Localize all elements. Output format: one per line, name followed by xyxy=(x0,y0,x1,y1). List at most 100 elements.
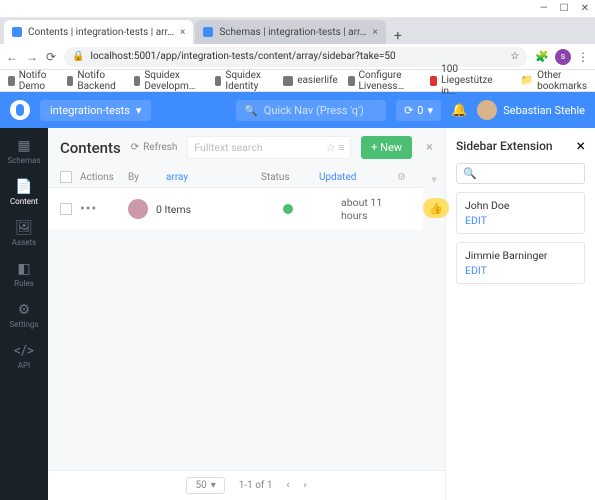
other-bookmarks[interactable]: 📁Other bookmarks xyxy=(521,70,587,92)
status-dot-icon xyxy=(283,204,293,214)
content-icon: 📄 xyxy=(15,179,32,195)
page-prev-button[interactable]: ‹ xyxy=(287,480,290,491)
url-text: localhost:5001/app/integration-tests/con… xyxy=(91,51,396,62)
app-logo-icon[interactable] xyxy=(10,100,30,120)
col-by: By xyxy=(128,172,158,183)
star-icon[interactable]: ☆ xyxy=(510,51,519,62)
bookmark-item[interactable]: Squidex Developm… xyxy=(134,70,205,92)
caret-down-icon: ▾ xyxy=(427,104,433,117)
bell-icon[interactable]: 🔔 xyxy=(451,103,467,118)
window-min[interactable]: — xyxy=(540,3,548,14)
thumbs-up-highlight[interactable]: 👍 xyxy=(423,198,449,218)
tab-close-icon[interactable]: × xyxy=(180,27,185,38)
caret-down-icon: ▾ xyxy=(136,104,142,117)
user-menu[interactable]: Sebastian Stehle xyxy=(477,100,585,120)
row-checkbox[interactable] xyxy=(60,203,72,215)
quick-nav-input[interactable]: 🔍 Quick Nav (Press 'q') xyxy=(236,100,386,121)
lock-icon: 🔒 xyxy=(72,51,84,62)
refresh-button[interactable]: ⟳ Refresh xyxy=(131,142,178,153)
fulltext-search-input[interactable]: Fulltext search ☆ ≡ xyxy=(187,136,351,159)
new-button[interactable]: + New xyxy=(361,136,412,159)
bookmarks-bar: Notifo Demo Notifo Backend Squidex Devel… xyxy=(0,70,595,92)
window-controls: — ☐ ✕ xyxy=(0,0,595,18)
row-updated: about 11 hours xyxy=(341,196,411,222)
browser-tabstrip: Contents | integration-tests | arr… × Sc… xyxy=(0,18,595,44)
page-size-select[interactable]: 50 ▾ xyxy=(186,477,224,494)
extension-card: John Doe EDIT xyxy=(456,192,585,234)
favicon-icon xyxy=(12,27,22,37)
bookmark-item[interactable]: Notifo Backend xyxy=(67,70,124,92)
sidebar-item-rules[interactable]: ◧Rules xyxy=(14,261,34,288)
gear-icon[interactable]: ⚙ xyxy=(397,172,411,183)
refresh-icon: ⟳ xyxy=(131,142,139,153)
close-extension-icon[interactable]: × xyxy=(576,136,585,155)
select-all-checkbox[interactable] xyxy=(60,171,72,183)
window-max[interactable]: ☐ xyxy=(560,3,569,14)
favicon-icon xyxy=(203,27,213,37)
search-icon: 🔍 xyxy=(244,104,258,117)
search-icon: 🔍 xyxy=(463,167,477,180)
col-updated[interactable]: Updated xyxy=(319,172,389,183)
left-sidebar: ▦Schemas 📄Content 🖼Assets ◧Rules ⚙Settin… xyxy=(0,128,48,500)
app-name: integration-tests xyxy=(50,104,130,117)
card-name: Jimmie Barninger xyxy=(465,249,576,262)
sidebar-item-assets[interactable]: 🖼Assets xyxy=(12,220,36,247)
pagination-bar: 50 ▾ 1-1 of 1 ‹ › xyxy=(48,470,445,500)
caret-down-icon: ▾ xyxy=(211,480,216,491)
sidebar-item-content[interactable]: 📄Content xyxy=(10,179,38,206)
gear-icon: ⚙ xyxy=(18,302,31,318)
back-button[interactable]: ← xyxy=(6,50,18,64)
sync-icon: ⟳ xyxy=(404,104,413,117)
address-bar-row: ← → ⟳ 🔒 localhost:5001/app/integration-t… xyxy=(0,44,595,70)
app-selector[interactable]: integration-tests ▾ xyxy=(40,100,151,121)
main-panel: Contents ⟳ Refresh Fulltext search ☆ ≡ +… xyxy=(48,128,445,500)
extension-card: Jimmie Barninger EDIT xyxy=(456,242,585,284)
browser-tab-inactive[interactable]: Schemas | integration-tests | arr… × xyxy=(195,20,385,44)
tab-title: Schemas | integration-tests | arr… xyxy=(219,27,366,38)
row-actions-menu[interactable]: ••• xyxy=(80,201,120,217)
bookmark-item[interactable]: 100 Liegestütze in… xyxy=(430,64,500,97)
bookmark-item[interactable]: Notifo Demo xyxy=(8,70,57,92)
user-name: Sebastian Stehle xyxy=(503,104,585,117)
app-header: integration-tests ▾ 🔍 Quick Nav (Press '… xyxy=(0,92,595,128)
col-array[interactable]: array xyxy=(166,172,253,183)
extensions-icon[interactable]: 🧩 xyxy=(535,50,549,63)
edit-link[interactable]: EDIT xyxy=(465,214,576,227)
sync-count: 0 xyxy=(417,104,423,117)
filter-icon[interactable]: ≡ xyxy=(338,141,344,154)
star-icon[interactable]: ☆ xyxy=(326,141,335,154)
edit-link[interactable]: EDIT xyxy=(465,264,576,277)
bookmark-item[interactable]: easierlife xyxy=(283,75,338,86)
sidebar-item-api[interactable]: </>API xyxy=(14,343,34,370)
profile-avatar[interactable]: s xyxy=(555,49,571,65)
table-row[interactable]: ••• 0 Items about 11 hours xyxy=(48,188,423,230)
page-next-button[interactable]: › xyxy=(304,480,307,491)
row-array-value: 0 Items xyxy=(156,203,275,216)
bookmark-item[interactable]: Configure Liveness… xyxy=(348,70,421,92)
new-tab-button[interactable]: + xyxy=(388,28,408,44)
browser-tab-active[interactable]: Contents | integration-tests | arr… × xyxy=(4,20,193,44)
sync-status[interactable]: ⟳ 0 ▾ xyxy=(396,100,441,121)
sidebar-item-schemas[interactable]: ▦Schemas xyxy=(7,138,40,165)
contents-header: Contents ⟳ Refresh Fulltext search ☆ ≡ +… xyxy=(48,128,445,167)
thumbs-up-icon: 👍 xyxy=(429,202,443,215)
menu-icon[interactable]: ⋮ xyxy=(577,50,589,64)
sidebar-item-settings[interactable]: ⚙Settings xyxy=(9,302,38,329)
extension-search-input[interactable]: 🔍 xyxy=(456,163,585,184)
tab-title: Contents | integration-tests | arr… xyxy=(28,27,174,38)
reload-button[interactable]: ⟳ xyxy=(46,50,56,64)
tab-close-icon[interactable]: × xyxy=(372,27,377,38)
table-header: Actions By array Status Updated ⚙ xyxy=(48,167,423,188)
search-placeholder: Fulltext search xyxy=(194,141,262,154)
col-actions: Actions xyxy=(80,172,120,183)
col-status: Status xyxy=(261,172,311,183)
rules-icon: ◧ xyxy=(17,261,30,277)
bookmark-item[interactable]: Squidex Identity xyxy=(215,70,274,92)
sidebar-extension-panel: Sidebar Extension × 🔍 John Doe EDIT Jimm… xyxy=(445,128,595,500)
api-icon: </> xyxy=(14,343,34,359)
close-panel-icon[interactable]: × xyxy=(426,140,433,155)
forward-button[interactable]: → xyxy=(26,50,38,64)
extension-title: Sidebar Extension xyxy=(456,139,553,153)
window-close[interactable]: ✕ xyxy=(581,3,589,14)
card-name: John Doe xyxy=(465,199,576,212)
